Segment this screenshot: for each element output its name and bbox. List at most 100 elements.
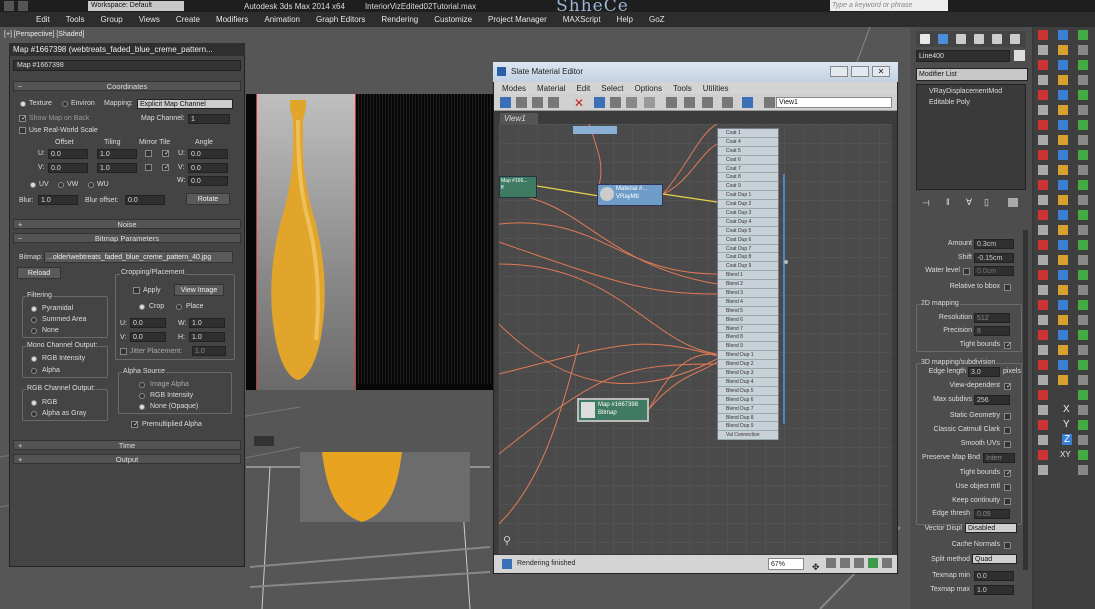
angle-v-spinner[interactable]: 0.0	[188, 163, 228, 173]
blend-node-slot[interactable]: Coat 4	[718, 137, 778, 147]
jitter-placement-checkbox[interactable]	[120, 348, 127, 355]
toolbar-tool-icon[interactable]	[1038, 180, 1048, 190]
viewport-mini-toolbar[interactable]	[254, 436, 274, 446]
toolbar-tool-icon[interactable]	[1078, 30, 1088, 40]
toolbar-tool-icon[interactable]	[1038, 135, 1048, 145]
toolbar-tool-icon[interactable]	[1078, 420, 1088, 430]
blend-node-slot[interactable]: Coat 1	[718, 129, 778, 138]
utilities-tab-icon[interactable]	[1010, 34, 1020, 44]
alpha-rgb-intensity-radio[interactable]	[139, 393, 145, 399]
hierarchy-tab-icon[interactable]	[956, 34, 966, 44]
blend-node-slot[interactable]: Coat Dup 3	[718, 209, 778, 218]
zoom-all-icon[interactable]	[882, 558, 892, 568]
toolbar-tool-icon[interactable]	[1038, 405, 1048, 415]
blend-material-node[interactable]: Coat 1 Coat 4 Coat 5 Coat 6 Coat 7 Coat 8 Coat…	[717, 128, 779, 441]
material-map-browser-icon[interactable]	[722, 97, 733, 108]
toolbar-tool-icon[interactable]	[1058, 255, 1068, 265]
pan-icon[interactable]: ✥	[812, 558, 820, 576]
configure-modifier-sets-icon[interactable]	[1008, 198, 1018, 207]
blend-node-slot[interactable]: Coat 8	[718, 173, 778, 183]
toolbar-tool-icon[interactable]	[1078, 75, 1088, 85]
toolbar-tool-icon[interactable]	[1038, 360, 1048, 370]
partial-top-node[interactable]	[573, 126, 617, 134]
toolbar-tool-icon[interactable]	[1038, 285, 1048, 295]
toolbar-tool-icon[interactable]	[1038, 195, 1048, 205]
tiling-u-spinner[interactable]: 1.0	[97, 149, 137, 159]
blur-spinner[interactable]: 1.0	[38, 195, 78, 205]
vraymtl-node[interactable]: Material #... VRayMtl	[597, 184, 663, 206]
mono-rgb-intensity-radio[interactable]	[31, 356, 37, 362]
delete-icon[interactable]: ✕	[574, 96, 584, 110]
blend-node-slot[interactable]: Val Connection	[718, 431, 778, 441]
toolbar-tool-icon[interactable]	[1038, 105, 1048, 115]
view-selector-dropdown[interactable]: View1	[776, 97, 892, 108]
offset-u-spinner[interactable]: 0.0	[48, 149, 88, 159]
checker-background-icon[interactable]	[644, 97, 655, 108]
blend-node-slot[interactable]: Blend Dup 3	[718, 369, 778, 378]
blend-node-slot[interactable]: Blend 8	[718, 333, 778, 343]
alpha-as-gray-radio[interactable]	[31, 411, 37, 417]
premultiplied-alpha-checkbox[interactable]	[131, 420, 139, 428]
vector-displ-dropdown[interactable]: Disabled	[965, 523, 1017, 533]
blend-node-slot[interactable]: Blend 2	[718, 280, 778, 290]
menu-tools[interactable]: Tools	[66, 15, 85, 24]
put-to-scene-icon[interactable]	[532, 97, 543, 108]
zoom-selected-icon[interactable]	[868, 558, 878, 568]
toolbar-tool-icon[interactable]	[1058, 300, 1068, 310]
blend-node-slot[interactable]: Blend 6	[718, 315, 778, 325]
uv-radio[interactable]	[30, 182, 36, 188]
pin-stack-icon[interactable]: ⊣	[922, 198, 930, 209]
toolbar-tool-icon[interactable]	[1058, 30, 1068, 40]
toolbar-tool-icon[interactable]	[1058, 45, 1068, 55]
summed-area-radio[interactable]	[31, 317, 37, 323]
toolbar-tool-icon[interactable]	[1058, 330, 1068, 340]
toolbar-tool-icon[interactable]	[1038, 30, 1048, 40]
zoom-region-icon[interactable]	[840, 558, 850, 568]
minimize-button[interactable]	[830, 66, 848, 77]
toolbar-tool-icon[interactable]	[1038, 60, 1048, 70]
tab-view1[interactable]: View1	[500, 113, 538, 124]
toolbar-tool-icon[interactable]	[1078, 330, 1088, 340]
pick-material-icon[interactable]	[516, 97, 527, 108]
slate-menu-select[interactable]: Select	[601, 84, 623, 93]
bitmap-node[interactable]: Map #1667398 Bitmap	[577, 398, 649, 422]
relative-to-bbox-checkbox[interactable]	[1004, 284, 1011, 291]
view-dependent-checkbox[interactable]	[1004, 382, 1012, 390]
toolbar-tool-icon[interactable]	[1078, 180, 1088, 190]
menu-group[interactable]: Group	[100, 15, 122, 24]
toolbar-tool-icon[interactable]	[1038, 225, 1048, 235]
toolbar-tool-icon[interactable]	[1078, 450, 1088, 460]
tight-bounds-3d-checkbox[interactable]	[1004, 469, 1012, 477]
toolbar-tool-icon[interactable]	[1078, 285, 1088, 295]
toolbar-tool-icon[interactable]	[1058, 360, 1068, 370]
toolbar-tool-icon[interactable]	[1078, 435, 1088, 445]
toolbar-tool-icon[interactable]	[1038, 165, 1048, 175]
x-axis-constraint-button[interactable]: X	[1063, 404, 1070, 415]
reload-button[interactable]: Reload	[17, 267, 61, 279]
output-rollout-header[interactable]: + Output	[13, 454, 241, 464]
blend-node-slot[interactable]: Coat Dup 9	[718, 262, 778, 272]
binoculars-icon[interactable]: ⚲	[503, 534, 511, 547]
command-panel-scrollbar[interactable]	[1023, 230, 1028, 570]
toolbar-tool-icon[interactable]	[1078, 255, 1088, 265]
slate-menu-material[interactable]: Material	[537, 84, 565, 93]
toolbar-tool-icon[interactable]	[1038, 435, 1048, 445]
toolbar-tool-icon[interactable]	[1038, 210, 1048, 220]
shift-spinner[interactable]: -0.15cm	[974, 253, 1014, 263]
toolbar-tool-icon[interactable]	[1038, 255, 1048, 265]
app-icon[interactable]	[4, 1, 14, 11]
toolbar-tool-icon[interactable]	[1078, 90, 1088, 100]
none-opaque-radio[interactable]	[139, 404, 145, 410]
blend-node-slot[interactable]: Coat Dup 5	[718, 226, 778, 236]
xy-plane-constraint-button[interactable]: XY	[1060, 450, 1071, 459]
toolbar-tool-icon[interactable]	[1038, 45, 1048, 55]
modifier-list-dropdown[interactable]: Modifier List	[916, 68, 1028, 81]
toolbar-tool-icon[interactable]	[1038, 300, 1048, 310]
max-subdivs-spinner[interactable]: 256	[974, 395, 1010, 405]
toolbar-tool-icon[interactable]	[1058, 270, 1068, 280]
toolbar-tool-icon[interactable]	[1058, 90, 1068, 100]
tiling-v-spinner[interactable]: 1.0	[97, 163, 137, 173]
place-radio[interactable]	[176, 304, 182, 310]
edge-length-spinner[interactable]: 3.0	[968, 367, 1000, 377]
blend-node-slot[interactable]: Blend Dup 7	[718, 404, 778, 414]
